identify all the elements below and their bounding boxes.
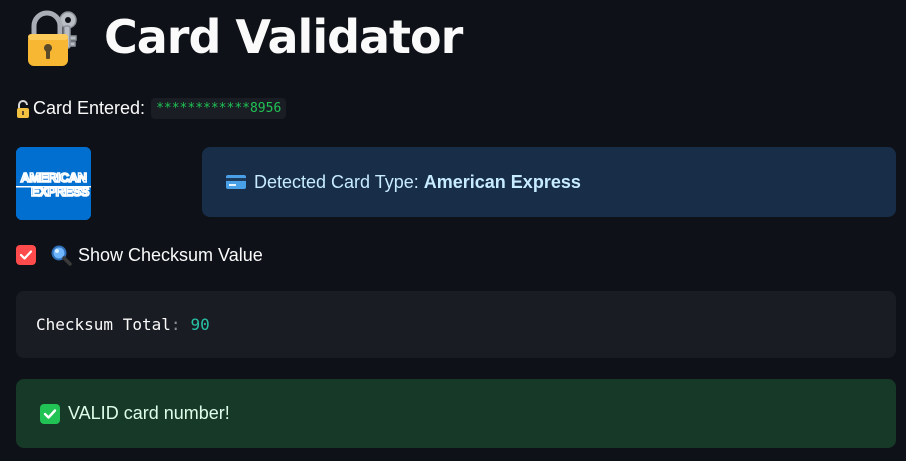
open-lock-icon <box>17 99 29 118</box>
detected-card-type-value: American Express <box>423 171 581 192</box>
checksum-label: Checksum Total <box>36 315 171 334</box>
amex-logo-graphic: AMERICAN EXPRESS <box>16 147 91 220</box>
credit-card-icon <box>226 175 246 189</box>
show-checksum-label: Show Checksum Value <box>78 244 263 265</box>
detected-card-type-alert: Detected Card Type: American Express <box>202 147 896 217</box>
check-mark-icon <box>40 403 60 424</box>
validation-result-alert: VALID card number! <box>16 379 896 448</box>
checksum-separator: : <box>170 315 181 334</box>
checkbox-check-icon <box>19 250 33 260</box>
checksum-code-block: Checksum Total:90 <box>16 291 896 358</box>
magnifier-icon <box>51 245 72 266</box>
app-root: Card Validator Card Entered: ***********… <box>0 0 906 461</box>
show-checksum-toggle[interactable]: Show Checksum Value <box>16 244 263 266</box>
checksum-value: 90 <box>190 315 210 334</box>
lock-with-key-icon <box>28 10 77 66</box>
amex-logo: AMERICAN EXPRESS <box>16 147 91 220</box>
card-entered-row: Card Entered: ************8956 <box>16 98 287 119</box>
masked-card-number: ************8956 <box>151 98 287 119</box>
title-row: Card Validator <box>24 6 463 68</box>
amex-logo-line1: AMERICAN <box>20 170 86 185</box>
page-title: Card Validator <box>104 10 463 64</box>
show-checksum-checkbox[interactable] <box>16 245 36 265</box>
validation-result-text: VALID card number! <box>68 403 230 423</box>
detected-label: Detected Card Type: <box>254 171 419 192</box>
card-entered-label: Card Entered: <box>33 98 146 118</box>
